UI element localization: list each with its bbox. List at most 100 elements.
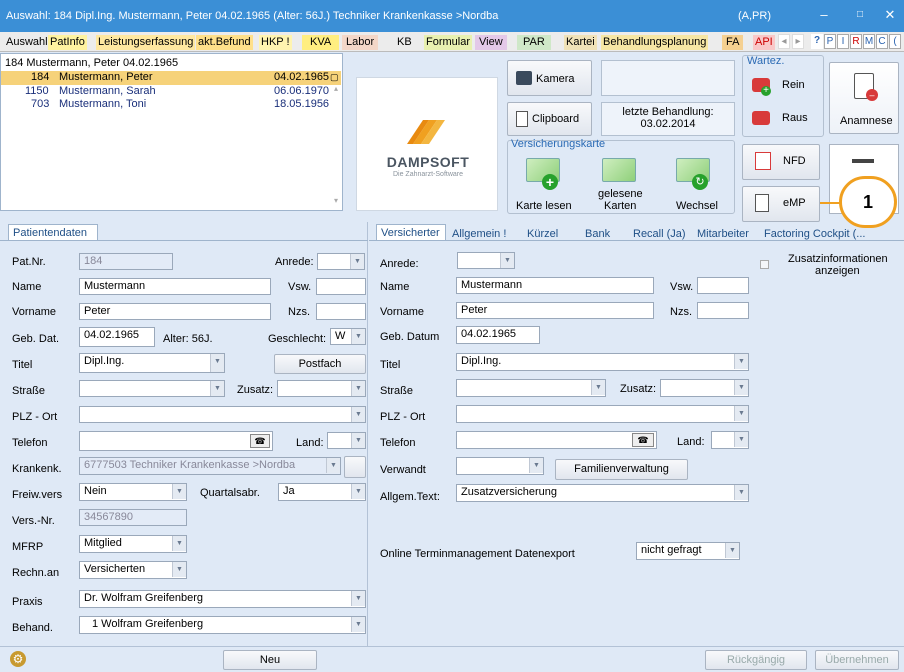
minimize-icon[interactable]: –	[814, 6, 834, 24]
geschlecht-select[interactable]: W ▼	[330, 328, 366, 345]
online-select[interactable]: nicht gefragt ▼	[636, 542, 740, 560]
v-allgem-select[interactable]: Zusatzversicherung ▼	[456, 484, 749, 502]
patient-row[interactable]: 703 Mustermann, Toni 18.05.1956	[1, 98, 341, 111]
freiw-select[interactable]: Nein ▼	[79, 483, 187, 501]
tab-factoring[interactable]: Factoring Cockpit (...	[764, 228, 888, 240]
menu-kb[interactable]: KB	[393, 35, 416, 50]
menu-hkp[interactable]: HKP !	[259, 35, 292, 50]
tab-versicherter[interactable]: Versicherter	[376, 224, 446, 240]
v-anrede-select[interactable]: ▼	[457, 252, 515, 269]
v-vorname-field[interactable]: Peter	[456, 302, 654, 319]
anamnese-button[interactable]: – Anamnese	[829, 62, 899, 134]
neu-button[interactable]: Neu	[223, 650, 317, 670]
strasse-select[interactable]: ▼	[79, 380, 225, 397]
postfach-button[interactable]: Postfach	[274, 354, 366, 374]
uebernehmen-button[interactable]: Übernehmen	[815, 650, 899, 670]
menu-leistungserfassung[interactable]: Leistungserfassung	[96, 35, 196, 50]
kamera-button[interactable]: Kamera	[507, 60, 592, 96]
tab-mitarbeiter[interactable]: Mitarbeiter	[697, 228, 749, 240]
menu-kva[interactable]: KVA	[302, 35, 340, 50]
tab-allgemein[interactable]: Allgemein !	[452, 228, 506, 240]
gelesene-karten-button[interactable]: gelesene Karten	[588, 152, 650, 212]
v-vsw-field[interactable]	[697, 277, 749, 294]
behand-select[interactable]: 1 Wolfram Greifenberg ▼	[79, 616, 366, 634]
menu-par[interactable]: PAR	[517, 35, 551, 50]
menu-letter-more[interactable]: (	[889, 34, 901, 49]
v-land-select[interactable]: ▼	[711, 431, 749, 449]
menu-letter-i[interactable]: I	[837, 34, 849, 49]
clipboard-button[interactable]: Clipboard	[507, 102, 592, 136]
menu-letter-r[interactable]: R	[850, 34, 862, 49]
patient-row[interactable]: 1150 Mustermann, Sarah 06.06.1970	[1, 85, 341, 98]
menu-fa[interactable]: FA	[722, 35, 744, 50]
menu-letter-c[interactable]: C	[876, 34, 888, 49]
quartal-select[interactable]: Ja ▼	[278, 483, 366, 501]
v-gebdatum-field[interactable]: 04.02.1965	[456, 326, 540, 344]
patient-row-selected[interactable]: 184 Mustermann, Peter 04.02.1965 ▢	[1, 71, 341, 85]
menu-scroll-left-icon[interactable]: ◂	[778, 34, 790, 49]
close-icon[interactable]: ✕	[880, 6, 900, 24]
menu-api[interactable]: API	[753, 35, 775, 50]
plz-ort-select[interactable]: ▼	[79, 406, 366, 423]
menu-patinfo[interactable]: PatInfo	[48, 35, 87, 50]
krankenkasse-extra-button[interactable]	[344, 456, 366, 478]
land-select[interactable]: ▼	[327, 432, 366, 449]
v-zusatz-select[interactable]: ▼	[660, 379, 749, 397]
menu-akt-befund[interactable]: akt.Befund	[196, 35, 253, 50]
scroll-up-icon[interactable]: ▴	[334, 84, 338, 93]
nfd-button[interactable]: NFD	[742, 144, 820, 180]
mfrp-select[interactable]: Mitglied ▼	[79, 535, 187, 553]
menu-letter-p[interactable]: P	[824, 34, 836, 49]
praxis-select[interactable]: Dr. Wolfram Greifenberg ▼	[79, 590, 366, 608]
tab-kuerzel[interactable]: Kürzel	[527, 228, 558, 240]
maximize-icon[interactable]: □	[850, 6, 870, 24]
krankenkasse-select[interactable]: 6777503 Techniker Krankenkasse >Nordba ▼	[79, 457, 341, 475]
v-nzs-field[interactable]	[697, 302, 749, 319]
zusatzinfo-checkbox[interactable]	[760, 260, 769, 269]
v-titel-select[interactable]: Dipl.Ing. ▼	[456, 353, 749, 371]
v-verwandt-select[interactable]: ▼	[456, 457, 544, 475]
menu-auswahl[interactable]: Auswahl	[4, 35, 50, 50]
tab-patientendaten[interactable]: Patientendaten	[8, 224, 98, 240]
nzs-field[interactable]	[316, 303, 366, 320]
menu-labor[interactable]: Labor	[342, 35, 379, 50]
rechn-select[interactable]: Versicherten ▼	[79, 561, 187, 579]
rechn-label: Rechn.an	[12, 567, 60, 579]
menu-scroll-right-icon[interactable]: ▸	[792, 34, 804, 49]
chevron-down-icon: ▼	[351, 381, 365, 396]
menu-formular[interactable]: Formular	[424, 35, 473, 50]
v-strasse-select[interactable]: ▼	[456, 379, 606, 397]
vorname-field[interactable]: Peter	[79, 303, 271, 320]
familienverwaltung-button[interactable]: Familienverwaltung	[555, 459, 688, 480]
raus-button[interactable]: Raus	[752, 107, 822, 131]
v-name-field[interactable]: Mustermann	[456, 277, 654, 294]
letzte-behandlung-date: 03.02.2014	[640, 118, 696, 130]
menu-letter-m[interactable]: M	[863, 34, 875, 49]
v-gebdatum-label: Geb. Datum	[380, 331, 440, 343]
gebdat-field[interactable]: 04.02.1965	[79, 327, 155, 347]
settings-gear-icon[interactable]: ⚙	[10, 651, 26, 667]
phone-icon[interactable]: ☎	[250, 434, 270, 448]
telefon-field[interactable]	[79, 431, 273, 451]
titel-select[interactable]: Dipl.Ing. ▼	[79, 353, 225, 373]
phone-icon[interactable]: ☎	[632, 433, 654, 447]
wechsel-button[interactable]: ↻ Wechsel	[666, 152, 728, 212]
emp-button[interactable]: eMP	[742, 186, 820, 222]
tab-bank[interactable]: Bank	[585, 228, 610, 240]
patient-list-scrollbar[interactable]: ▴ ▾	[334, 84, 342, 208]
v-telefon-field[interactable]	[456, 431, 657, 449]
rein-button[interactable]: + Rein	[752, 74, 822, 98]
menu-kartei[interactable]: Kartei	[564, 35, 597, 50]
zusatz-select[interactable]: ▼	[277, 380, 366, 397]
rueckgaengig-button[interactable]: Rückgängig	[705, 650, 807, 670]
menu-behandlungsplanung[interactable]: Behandlungsplanung	[601, 35, 709, 50]
vsw-field[interactable]	[316, 278, 366, 295]
scroll-down-icon[interactable]: ▾	[334, 196, 338, 205]
name-field[interactable]: Mustermann	[79, 278, 271, 295]
v-plz-ort-select[interactable]: ▼	[456, 405, 749, 423]
karte-lesen-button[interactable]: + Karte lesen	[512, 152, 574, 212]
tab-recall[interactable]: Recall (Ja)	[633, 228, 686, 240]
menu-view[interactable]: View	[475, 35, 507, 50]
anrede-select[interactable]: ▼	[317, 253, 365, 270]
help-icon[interactable]: ?	[811, 34, 823, 49]
